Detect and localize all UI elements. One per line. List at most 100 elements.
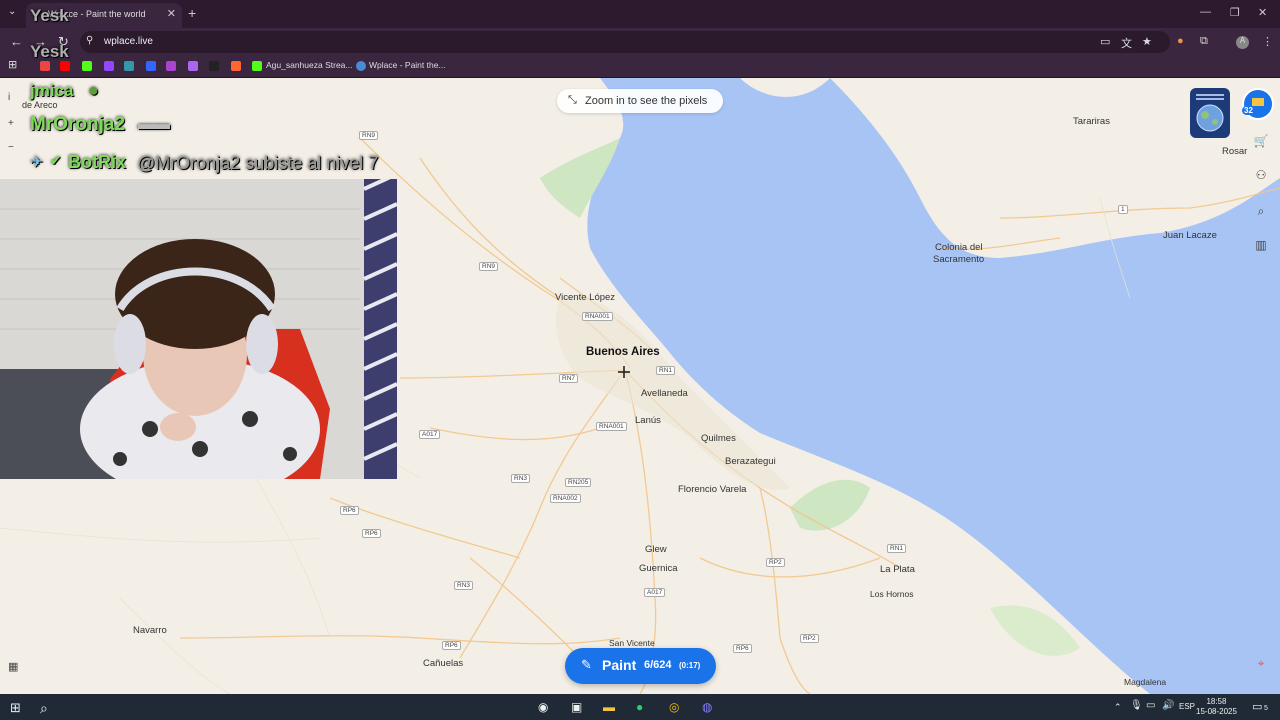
discord-icon[interactable]: ◍ xyxy=(702,700,712,714)
verified-icon: ✔ xyxy=(50,152,62,168)
road-shield: 1 xyxy=(1118,205,1128,214)
search-location-icon[interactable]: ⌕ xyxy=(1250,204,1272,226)
tray-chevron-icon[interactable]: ⌃ xyxy=(1114,702,1122,713)
charges-timer: (0:17) xyxy=(679,661,701,670)
road-shield: RN7 xyxy=(559,374,579,383)
palette-toggle-icon[interactable]: ▦ xyxy=(8,660,18,673)
search-icon[interactable]: ⌕ xyxy=(40,700,48,717)
road-shield: RN3 xyxy=(511,474,531,483)
road-shield: RP6 xyxy=(442,641,461,650)
road-shield: RN3 xyxy=(454,581,474,590)
place-label: San Vicente xyxy=(609,638,655,648)
road-shield: RP6 xyxy=(340,506,359,515)
road-shield: RP2 xyxy=(766,558,785,567)
chrome-icon[interactable]: ◎ xyxy=(669,700,679,714)
chat-username: MrOronja2 xyxy=(30,114,126,135)
paint-label: Paint xyxy=(602,657,637,673)
paint-button[interactable]: ✎ Paint 6/624 (0:17) xyxy=(565,648,716,684)
clock-date: 15-08-2025 xyxy=(1196,707,1237,716)
place-label: Guernica xyxy=(639,563,678,574)
chat-username: Yesk xyxy=(30,42,69,61)
obs-icon[interactable]: ◉ xyxy=(538,700,548,714)
spotify-icon[interactable]: ● xyxy=(636,700,643,714)
locate-me-icon[interactable]: ⌖ xyxy=(1250,656,1272,678)
road-shield: RN1 xyxy=(656,366,676,375)
pin-icon: ✈ xyxy=(30,154,44,171)
charges-count: 6/624 xyxy=(644,659,672,671)
place-label: Vicente López xyxy=(555,292,616,303)
profile-avatar-icon[interactable]: A xyxy=(1236,36,1249,49)
place-label: Los Hornos xyxy=(870,589,914,599)
leaderboard-icon[interactable]: ▥ xyxy=(1250,238,1272,260)
road-shield: RN9 xyxy=(479,262,499,271)
webcam-feed xyxy=(0,179,397,479)
place-label: Avellaneda xyxy=(641,388,688,399)
place-label: Tarariras xyxy=(1073,116,1110,127)
place-label: La Plata xyxy=(880,564,915,575)
extensions-puzzle-icon[interactable]: ⧉ xyxy=(1200,35,1208,48)
app-icon[interactable]: ▣ xyxy=(571,700,582,714)
network-icon[interactable]: ▭ xyxy=(1146,700,1155,711)
place-label: Sacramento xyxy=(933,254,985,265)
menu-dots-icon[interactable]: ⋮ xyxy=(1262,35,1273,48)
pepe-emote-icon: ● xyxy=(88,80,99,100)
store-cart-icon[interactable]: 🛒 xyxy=(1250,134,1272,156)
system-clock[interactable]: 18:58 15-08-2025 xyxy=(1196,697,1237,717)
road-shield: RP6 xyxy=(362,529,381,538)
webcam-overlay xyxy=(0,179,397,479)
alliance-icon[interactable]: ⚇ xyxy=(1250,168,1272,190)
place-label: Buenos Aires xyxy=(586,346,660,358)
chat-message: @MrOronja2 subiste al nivel 7 xyxy=(137,153,379,173)
chat-username: BotRix xyxy=(68,152,126,172)
road-shield: RP6 xyxy=(733,644,752,653)
user-level-badge: 32 xyxy=(1242,106,1255,115)
cast-icon[interactable]: ▭ xyxy=(1100,35,1110,48)
place-label: Quilmes xyxy=(701,433,736,444)
language-indicator[interactable]: ESP xyxy=(1179,702,1195,711)
bookmark-star-icon[interactable]: ★ xyxy=(1142,35,1152,48)
notifications-icon[interactable]: ▭ xyxy=(1252,700,1262,713)
restore-icon[interactable]: ❐ xyxy=(1230,6,1240,19)
chat-username: Yesk xyxy=(30,6,69,25)
globe-icon xyxy=(1196,94,1224,132)
minimize-icon[interactable]: — xyxy=(1200,6,1211,18)
place-label: Berazategui xyxy=(725,456,776,467)
volume-icon[interactable]: 🔊 xyxy=(1162,700,1174,711)
road-shield: RNA001 xyxy=(582,312,613,321)
emote-icon: ▬▬ xyxy=(138,116,170,133)
chat-username: jmica xyxy=(30,81,74,100)
zoom-icon: ⤡ xyxy=(568,94,577,106)
road-shield: A017 xyxy=(419,430,441,439)
stream-chat-overlay: Yesk Yesk jmica ● MrOronja2 ▬▬ ✈ ✔ BotRi… xyxy=(0,0,420,178)
place-label: Glew xyxy=(645,544,667,555)
close-window-icon[interactable]: ✕ xyxy=(1258,6,1267,19)
place-label: Magdalena xyxy=(1124,677,1167,687)
globe-map-style-button[interactable] xyxy=(1190,88,1230,138)
windows-start-icon[interactable]: ⊞ xyxy=(10,700,21,716)
zoom-hint-pill: ⤡ Zoom in to see the pixels xyxy=(557,89,723,113)
extension-icon[interactable]: ● xyxy=(1177,35,1184,47)
road-shield: RN1 xyxy=(887,544,907,553)
clock-time: 18:58 xyxy=(1206,697,1227,706)
road-shield: RNA001 xyxy=(596,422,627,431)
place-label: Lanús xyxy=(635,415,661,426)
zoom-hint-text: Zoom in to see the pixels xyxy=(585,95,708,107)
brush-icon: ✎ xyxy=(581,657,592,672)
place-label: de Areco xyxy=(22,100,58,110)
translate-icon[interactable]: 文 xyxy=(1121,35,1132,51)
microphone-icon[interactable]: 🎙 xyxy=(1130,700,1143,711)
notification-count: 5 xyxy=(1264,705,1268,712)
road-shield: RNA002 xyxy=(550,494,581,503)
place-label: Rosar xyxy=(1222,146,1248,157)
road-shield: RP2 xyxy=(800,634,819,643)
place-label: Juan Lacaze xyxy=(1163,230,1217,241)
place-label: Cañuelas xyxy=(423,658,464,669)
place-label: Navarro xyxy=(133,625,167,636)
windows-taskbar: ⊞ ⌕ ◉ ▣ ▬ ● ◎ ◍ ⌃ 🎙 ▭ 🔊 ESP 18:58 15-08-… xyxy=(0,694,1280,720)
place-label: Colonia del xyxy=(935,242,983,253)
road-shield: RN205 xyxy=(565,478,592,487)
road-shield: A017 xyxy=(644,588,666,597)
user-avatar-button[interactable]: 32 xyxy=(1242,88,1274,120)
file-explorer-icon[interactable]: ▬ xyxy=(603,700,615,714)
place-label: Florencio Varela xyxy=(678,484,747,495)
